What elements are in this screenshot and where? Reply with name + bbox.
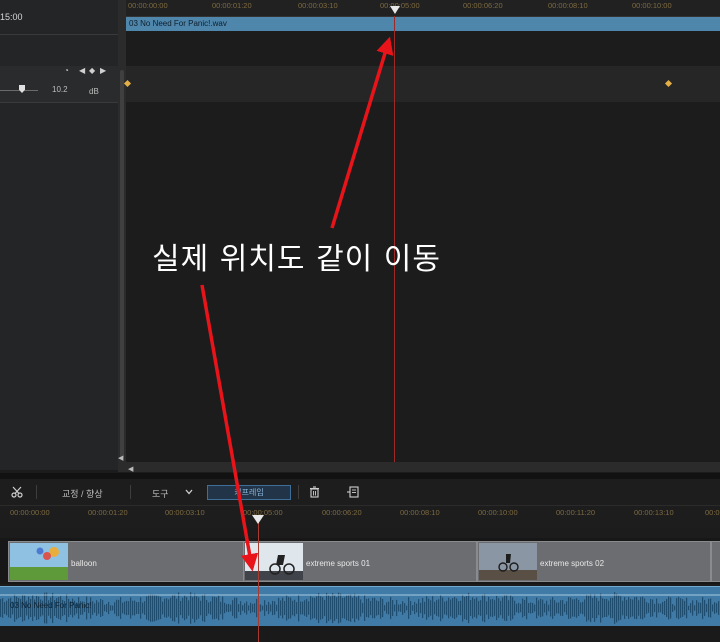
annotation-arrows <box>200 36 394 572</box>
arrow-to-timeline-playhead <box>200 284 259 572</box>
arrow-to-keyframe-playhead <box>330 36 394 229</box>
annotation-text: 실제 위치도 같이 이동 <box>152 242 442 277</box>
